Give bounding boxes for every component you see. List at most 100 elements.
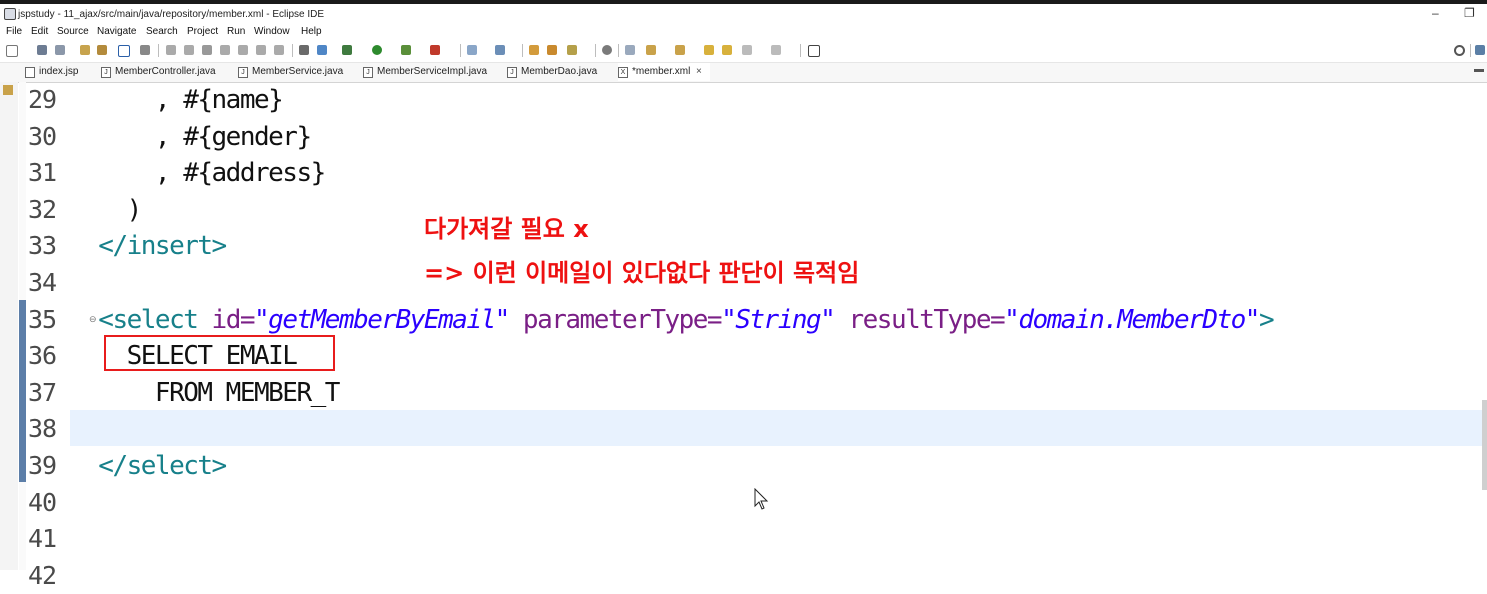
previous-annotation-icon[interactable] <box>675 45 685 55</box>
java-file-icon: J <box>363 67 373 78</box>
tab-label: MemberService.java <box>252 66 344 77</box>
tab-member-xml[interactable]: X *member.xml × <box>618 63 710 81</box>
open-perspective-icon[interactable] <box>808 45 820 57</box>
navigate-back-icon[interactable] <box>742 45 752 55</box>
disconnect-icon[interactable] <box>220 45 230 55</box>
resume-icon[interactable] <box>166 45 176 55</box>
save-icon[interactable] <box>37 45 47 55</box>
back-icon[interactable] <box>722 45 732 55</box>
xml-file-icon: X <box>618 67 628 78</box>
step-over-icon[interactable] <box>256 45 266 55</box>
xml-value-parameter-type: "String" <box>721 304 836 335</box>
tab-label: index.jsp <box>39 66 79 77</box>
skip-breakpoints-icon[interactable] <box>140 45 150 55</box>
line-number: 40 <box>28 487 57 517</box>
tab-member-service-impl[interactable]: J MemberServiceImpl.java <box>363 63 497 81</box>
window-title: jspstudy - 11_ajax/src/main/java/reposit… <box>18 9 325 20</box>
menu-bar: File Edit Source Navigate Search Project… <box>0 24 1487 40</box>
line-number: 34 <box>28 268 57 297</box>
navigate-forward-icon[interactable] <box>771 45 781 55</box>
external-tools-icon[interactable] <box>430 45 440 55</box>
code-line-30: , #{gender} <box>70 121 312 152</box>
line-number: 36 <box>28 341 57 371</box>
line-number: 42 <box>28 560 57 590</box>
open-task-icon[interactable] <box>547 45 557 55</box>
tab-member-service[interactable]: J MemberService.java <box>238 63 353 81</box>
maximize-editor-icon[interactable]: ▬ <box>1474 64 1484 75</box>
annotation-line-1: 다가져갈 필요 x <box>424 215 589 243</box>
vertical-scrollbar[interactable] <box>1482 400 1487 490</box>
run-icon[interactable] <box>372 45 382 55</box>
toolbar-separator <box>522 44 523 57</box>
new-icon[interactable] <box>6 45 18 57</box>
step-into-icon[interactable] <box>238 45 248 55</box>
editor-tab-bar: index.jsp J MemberController.java J Memb… <box>0 63 1487 83</box>
code-line-39: </select> <box>70 451 227 481</box>
step-return-icon[interactable] <box>274 45 284 55</box>
tab-member-controller[interactable]: J MemberController.java <box>101 63 229 81</box>
java-file-icon: J <box>101 67 111 78</box>
new-server-icon[interactable] <box>467 45 477 55</box>
xml-tag-close-bracket: > <box>1258 304 1275 335</box>
xml-attr-result-type: resultType= <box>834 304 1005 335</box>
code-editor[interactable]: , #{name} , #{gender} , #{address} ) </i… <box>70 82 1487 570</box>
build-icon[interactable] <box>80 45 90 55</box>
coverage-icon[interactable] <box>401 45 411 55</box>
mouse-pointer-icon <box>754 488 769 510</box>
toolbar-separator <box>800 44 801 57</box>
xml-attr-id: id= <box>197 304 256 335</box>
code-line-33: </insert> <box>70 231 227 262</box>
restore-view-icon[interactable] <box>3 85 13 95</box>
menu-source[interactable]: Source <box>57 26 89 37</box>
tab-label: MemberController.java <box>115 66 216 77</box>
code-line-31: , #{address} <box>70 158 326 189</box>
toolbar-separator <box>618 44 619 57</box>
menu-edit[interactable]: Edit <box>31 26 48 37</box>
console-icon[interactable] <box>118 45 130 57</box>
search-icon[interactable] <box>1454 45 1465 56</box>
tab-label: *member.xml <box>632 66 691 77</box>
last-edit-location-icon[interactable] <box>704 45 714 55</box>
debug-icon[interactable] <box>342 45 352 55</box>
line-number: 29 <box>28 85 57 114</box>
code-line-37: FROM MEMBER_T <box>70 377 341 408</box>
globe-icon[interactable] <box>602 45 612 55</box>
code-line-32: ) <box>70 194 143 225</box>
line-number: 33 <box>28 231 57 261</box>
open-type-icon[interactable] <box>97 45 107 55</box>
toolbar-separator <box>158 44 159 57</box>
tab-member-dao[interactable]: J MemberDao.java <box>507 63 610 81</box>
minimize-button[interactable]: – <box>1432 6 1439 20</box>
toolbar-separator <box>1470 44 1471 57</box>
tab-label: MemberDao.java <box>521 66 598 77</box>
toggle-view-icon[interactable] <box>299 45 309 55</box>
menu-project[interactable]: Project <box>187 26 218 37</box>
search-file-icon[interactable] <box>625 45 635 55</box>
next-annotation-icon[interactable] <box>646 45 656 55</box>
main-toolbar <box>0 40 1487 63</box>
menu-file[interactable]: File <box>6 26 22 37</box>
close-icon[interactable]: × <box>696 66 702 77</box>
menu-help[interactable]: Help <box>301 26 322 37</box>
menu-search[interactable]: Search <box>146 26 178 37</box>
new-java-class-icon[interactable] <box>495 45 505 55</box>
line-number: 31 <box>28 158 57 188</box>
line-number: 35 <box>28 304 57 334</box>
tab-index-jsp[interactable]: index.jsp <box>25 63 93 81</box>
tab-label: MemberServiceImpl.java <box>377 66 488 77</box>
terminate-icon[interactable] <box>202 45 212 55</box>
restore-button[interactable]: ❐ <box>1464 6 1475 20</box>
pencil-icon[interactable] <box>567 45 577 55</box>
save-all-icon[interactable] <box>55 45 65 55</box>
menu-window[interactable]: Window <box>254 26 290 37</box>
open-folder-icon[interactable] <box>529 45 539 55</box>
menu-navigate[interactable]: Navigate <box>97 26 136 37</box>
line-number: 32 <box>28 194 57 224</box>
annotation-line-2: => 이런 이메일이 있다없다 판단이 목적임 <box>424 259 860 287</box>
suspend-icon[interactable] <box>184 45 194 55</box>
java-ee-perspective-icon[interactable] <box>1475 45 1485 55</box>
window-titlebar: jspstudy - 11_ajax/src/main/java/reposit… <box>0 4 1487 24</box>
menu-run[interactable]: Run <box>227 26 245 37</box>
toggle-mark-occurrences-icon[interactable] <box>317 45 327 55</box>
xml-value-id: "getMemberByEmail" <box>254 304 510 335</box>
